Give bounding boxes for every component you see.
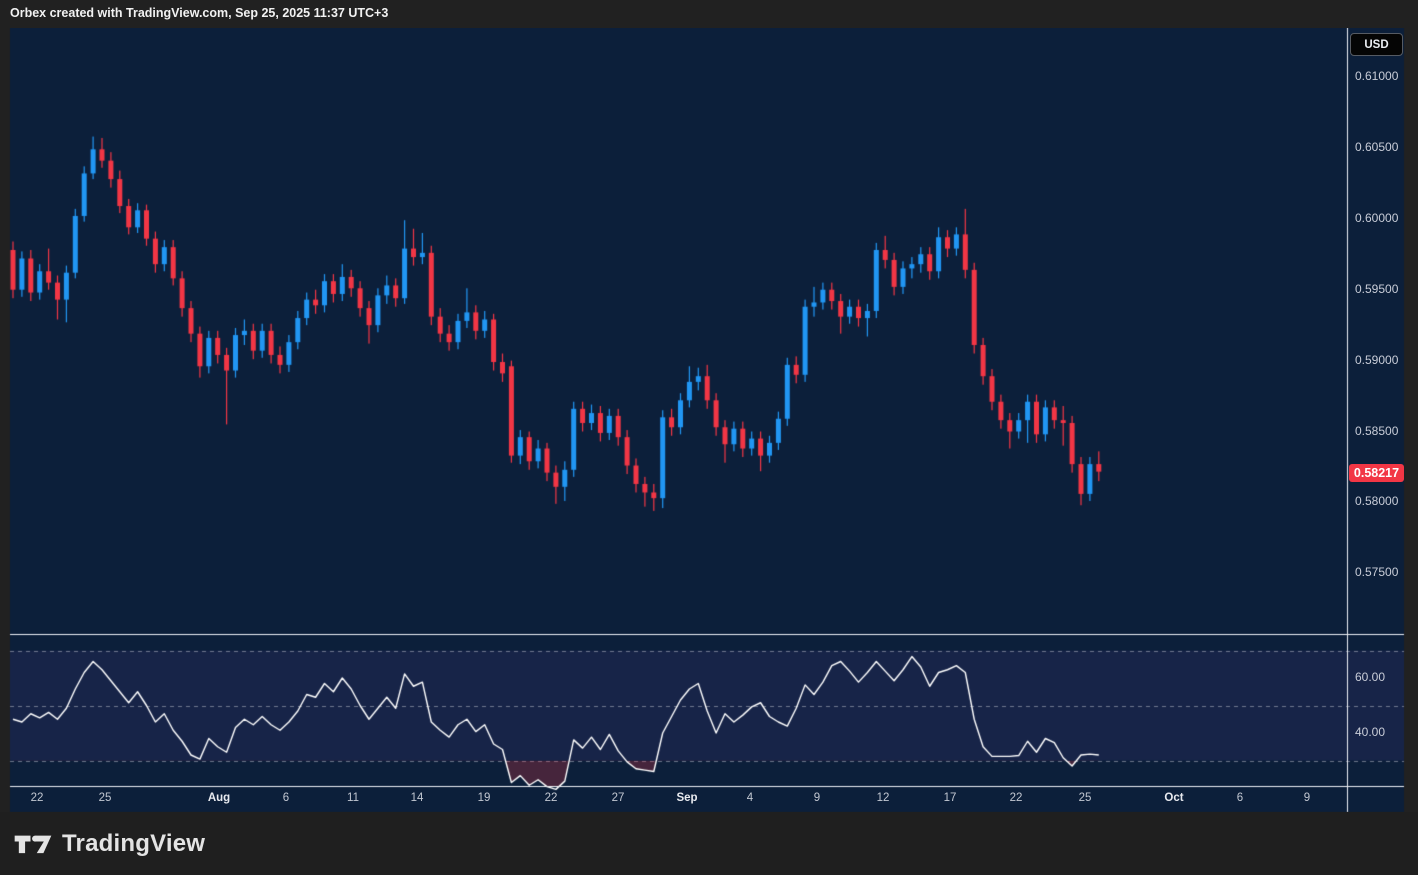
time-tick-label-month: Sep xyxy=(676,792,697,804)
time-tick-label: 9 xyxy=(814,792,820,804)
time-tick-label: 6 xyxy=(1237,792,1243,804)
rsi-tick-label: 60.00 xyxy=(1355,670,1415,684)
time-tick-label-month: Aug xyxy=(208,792,230,804)
tradingview-chart-window: Orbex created with TradingView.com, Sep … xyxy=(0,0,1418,875)
time-tick-label: 25 xyxy=(1079,792,1092,804)
time-tick-label: 4 xyxy=(747,792,753,804)
time-tick-label: 17 xyxy=(944,792,957,804)
price-tick-label: 0.58000 xyxy=(1355,494,1415,508)
top-bar: Orbex created with TradingView.com, Sep … xyxy=(0,0,1418,28)
price-tick-label: 0.61000 xyxy=(1355,69,1415,83)
time-tick-label: 11 xyxy=(347,792,359,804)
price-tick-label: 0.59000 xyxy=(1355,353,1415,367)
time-tick-label: 14 xyxy=(411,792,424,804)
time-tick-label: 22 xyxy=(545,792,558,804)
time-tick-label: 12 xyxy=(877,792,890,804)
tradingview-logo[interactable]: TradingView xyxy=(13,829,205,859)
rsi-tick-label: 40.00 xyxy=(1355,725,1415,739)
time-tick-label: 25 xyxy=(99,792,112,804)
time-tick-label: 22 xyxy=(31,792,44,804)
tradingview-logo-icon xyxy=(13,829,53,859)
chart-canvas[interactable] xyxy=(0,0,1418,875)
time-tick-label: 9 xyxy=(1304,792,1310,804)
tradingview-brand-text: TradingView xyxy=(62,830,205,858)
time-tick-label: 27 xyxy=(612,792,625,804)
time-tick-label: 6 xyxy=(283,792,289,804)
last-price-value: 0.58217 xyxy=(1354,466,1399,480)
price-tick-label: 0.59500 xyxy=(1355,282,1415,296)
price-tick-label: 0.57500 xyxy=(1355,565,1415,579)
last-price-tag: 0.58217 xyxy=(1349,464,1404,482)
time-tick-label: 19 xyxy=(478,792,491,804)
price-tick-label: 0.60500 xyxy=(1355,140,1415,154)
chart-attribution-title: Orbex created with TradingView.com, Sep … xyxy=(10,6,388,20)
price-tick-label: 0.58500 xyxy=(1355,424,1415,438)
time-tick-label-month: Oct xyxy=(1164,792,1183,804)
currency-toggle-button[interactable]: USD xyxy=(1350,33,1403,56)
footer-bar: TradingView xyxy=(0,812,1418,875)
currency-label: USD xyxy=(1364,39,1388,51)
price-tick-label: 0.60000 xyxy=(1355,211,1415,225)
time-tick-label: 22 xyxy=(1010,792,1023,804)
